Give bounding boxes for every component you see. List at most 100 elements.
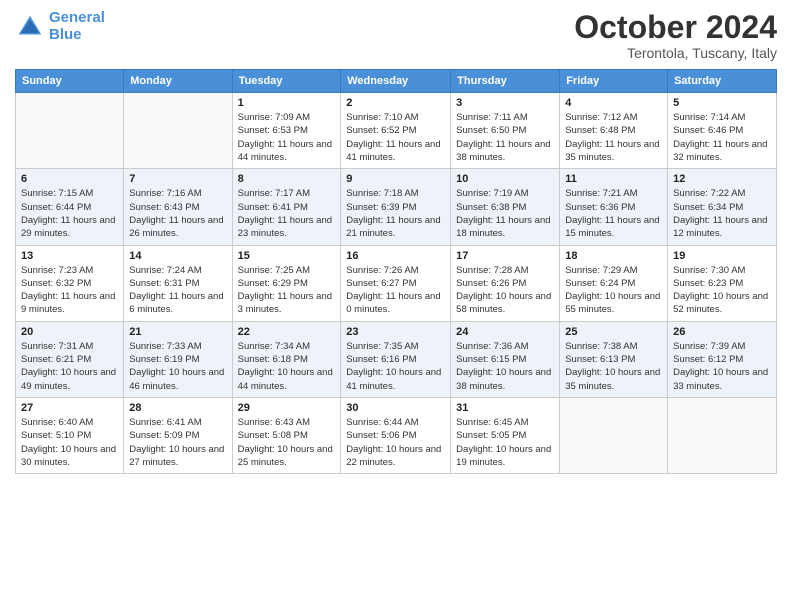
day-info: Sunrise: 7:14 AM Sunset: 6:46 PM Dayligh… — [673, 111, 771, 164]
calendar-cell: 2 Sunrise: 7:10 AM Sunset: 6:52 PM Daylig… — [341, 93, 451, 169]
calendar-week-3: 13 Sunrise: 7:23 AM Sunset: 6:32 PM Dayli… — [16, 245, 777, 321]
calendar-header-wednesday: Wednesday — [341, 70, 451, 93]
day-info: Sunrise: 7:11 AM Sunset: 6:50 PM Dayligh… — [456, 111, 554, 164]
day-info: Sunrise: 7:38 AM Sunset: 6:13 PM Dayligh… — [565, 340, 662, 393]
calendar-cell — [16, 93, 124, 169]
calendar-header-monday: Monday — [124, 70, 232, 93]
calendar-header-thursday: Thursday — [451, 70, 560, 93]
location-subtitle: Terontola, Tuscany, Italy — [574, 45, 777, 61]
logo-blue: Blue — [49, 26, 82, 43]
day-info: Sunrise: 7:25 AM Sunset: 6:29 PM Dayligh… — [238, 264, 336, 317]
day-info: Sunrise: 7:26 AM Sunset: 6:27 PM Dayligh… — [346, 264, 445, 317]
day-info: Sunrise: 7:09 AM Sunset: 6:53 PM Dayligh… — [238, 111, 336, 164]
calendar-cell: 16 Sunrise: 7:26 AM Sunset: 6:27 PM Dayli… — [341, 245, 451, 321]
calendar-cell — [560, 397, 668, 473]
day-info: Sunrise: 7:10 AM Sunset: 6:52 PM Dayligh… — [346, 111, 445, 164]
calendar-cell: 18 Sunrise: 7:29 AM Sunset: 6:24 PM Dayli… — [560, 245, 668, 321]
calendar-cell — [124, 93, 232, 169]
day-number: 14 — [129, 250, 226, 262]
calendar-cell: 14 Sunrise: 7:24 AM Sunset: 6:31 PM Dayli… — [124, 245, 232, 321]
day-info: Sunrise: 6:44 AM Sunset: 5:06 PM Dayligh… — [346, 416, 445, 469]
day-info: Sunrise: 7:15 AM Sunset: 6:44 PM Dayligh… — [21, 187, 118, 240]
logo-general: General — [49, 9, 105, 26]
day-info: Sunrise: 6:45 AM Sunset: 5:05 PM Dayligh… — [456, 416, 554, 469]
day-number: 30 — [346, 402, 445, 414]
day-info: Sunrise: 6:41 AM Sunset: 5:09 PM Dayligh… — [129, 416, 226, 469]
calendar-cell: 1 Sunrise: 7:09 AM Sunset: 6:53 PM Daylig… — [232, 93, 341, 169]
day-info: Sunrise: 7:18 AM Sunset: 6:39 PM Dayligh… — [346, 187, 445, 240]
day-number: 27 — [21, 402, 118, 414]
day-number: 18 — [565, 250, 662, 262]
calendar-cell: 15 Sunrise: 7:25 AM Sunset: 6:29 PM Dayli… — [232, 245, 341, 321]
calendar-header-tuesday: Tuesday — [232, 70, 341, 93]
day-info: Sunrise: 7:22 AM Sunset: 6:34 PM Dayligh… — [673, 187, 771, 240]
calendar-week-4: 20 Sunrise: 7:31 AM Sunset: 6:21 PM Dayli… — [16, 321, 777, 397]
calendar-cell: 4Sunrise: 7:12 AM Sunset: 6:48 PM Daylig… — [560, 93, 668, 169]
day-number: 6 — [21, 173, 118, 185]
month-title: October 2024 — [574, 10, 777, 45]
day-number: 29 — [238, 402, 336, 414]
calendar-cell: 25 Sunrise: 7:38 AM Sunset: 6:13 PM Dayli… — [560, 321, 668, 397]
logo-text: General Blue — [49, 10, 105, 43]
day-number: 21 — [129, 326, 226, 338]
day-info: Sunrise: 6:40 AM Sunset: 5:10 PM Dayligh… — [21, 416, 118, 469]
day-number: 25 — [565, 326, 662, 338]
day-info: Sunrise: 7:23 AM Sunset: 6:32 PM Dayligh… — [21, 264, 118, 317]
calendar-cell: 20 Sunrise: 7:31 AM Sunset: 6:21 PM Dayli… — [16, 321, 124, 397]
day-number: 31 — [456, 402, 554, 414]
day-info: Sunrise: 7:29 AM Sunset: 6:24 PM Dayligh… — [565, 264, 662, 317]
calendar-cell: 17 Sunrise: 7:28 AM Sunset: 6:26 PM Dayli… — [451, 245, 560, 321]
calendar-header-row: SundayMondayTuesdayWednesdayThursdayFrid… — [16, 70, 777, 93]
calendar-cell: 26 Sunrise: 7:39 AM Sunset: 6:12 PM Dayli… — [668, 321, 777, 397]
title-block: October 2024 Terontola, Tuscany, Italy — [574, 10, 777, 61]
calendar-cell — [668, 397, 777, 473]
calendar-week-2: 6 Sunrise: 7:15 AM Sunset: 6:44 PM Daylig… — [16, 169, 777, 245]
calendar-cell: 19Sunrise: 7:30 AM Sunset: 6:23 PM Dayli… — [668, 245, 777, 321]
day-info: Sunrise: 7:17 AM Sunset: 6:41 PM Dayligh… — [238, 187, 336, 240]
calendar-cell: 31 Sunrise: 6:45 AM Sunset: 5:05 PM Dayli… — [451, 397, 560, 473]
day-number: 5 — [673, 97, 771, 109]
page: General Blue October 2024 Terontola, Tus… — [0, 0, 792, 612]
day-info: Sunrise: 7:24 AM Sunset: 6:31 PM Dayligh… — [129, 264, 226, 317]
calendar-cell: 22 Sunrise: 7:34 AM Sunset: 6:18 PM Dayli… — [232, 321, 341, 397]
calendar-cell: 5 Sunrise: 7:14 AM Sunset: 6:46 PM Daylig… — [668, 93, 777, 169]
day-number: 23 — [346, 326, 445, 338]
day-info: Sunrise: 7:28 AM Sunset: 6:26 PM Dayligh… — [456, 264, 554, 317]
day-info: Sunrise: 7:35 AM Sunset: 6:16 PM Dayligh… — [346, 340, 445, 393]
day-info: Sunrise: 7:12 AM Sunset: 6:48 PM Dayligh… — [565, 111, 662, 164]
day-number: 22 — [238, 326, 336, 338]
day-number: 20 — [21, 326, 118, 338]
calendar-cell: 24 Sunrise: 7:36 AM Sunset: 6:15 PM Dayli… — [451, 321, 560, 397]
day-number: 1 — [238, 97, 336, 109]
calendar: SundayMondayTuesdayWednesdayThursdayFrid… — [15, 69, 777, 474]
day-number: 15 — [238, 250, 336, 262]
day-info: Sunrise: 7:34 AM Sunset: 6:18 PM Dayligh… — [238, 340, 336, 393]
day-info: Sunrise: 7:31 AM Sunset: 6:21 PM Dayligh… — [21, 340, 118, 393]
calendar-week-1: 1 Sunrise: 7:09 AM Sunset: 6:53 PM Daylig… — [16, 93, 777, 169]
logo: General Blue — [15, 10, 105, 43]
calendar-cell: 30 Sunrise: 6:44 AM Sunset: 5:06 PM Dayli… — [341, 397, 451, 473]
day-number: 9 — [346, 173, 445, 185]
day-number: 2 — [346, 97, 445, 109]
day-number: 8 — [238, 173, 336, 185]
day-number: 13 — [21, 250, 118, 262]
calendar-header-friday: Friday — [560, 70, 668, 93]
calendar-cell: 28 Sunrise: 6:41 AM Sunset: 5:09 PM Dayli… — [124, 397, 232, 473]
calendar-cell: 11Sunrise: 7:21 AM Sunset: 6:36 PM Dayli… — [560, 169, 668, 245]
day-info: Sunrise: 7:16 AM Sunset: 6:43 PM Dayligh… — [129, 187, 226, 240]
calendar-week-5: 27 Sunrise: 6:40 AM Sunset: 5:10 PM Dayli… — [16, 397, 777, 473]
day-number: 26 — [673, 326, 771, 338]
calendar-cell: 6 Sunrise: 7:15 AM Sunset: 6:44 PM Daylig… — [16, 169, 124, 245]
logo-icon — [15, 12, 45, 42]
day-number: 24 — [456, 326, 554, 338]
day-number: 3 — [456, 97, 554, 109]
day-number: 10 — [456, 173, 554, 185]
calendar-cell: 13 Sunrise: 7:23 AM Sunset: 6:32 PM Dayli… — [16, 245, 124, 321]
day-info: Sunrise: 7:36 AM Sunset: 6:15 PM Dayligh… — [456, 340, 554, 393]
calendar-header-saturday: Saturday — [668, 70, 777, 93]
day-number: 16 — [346, 250, 445, 262]
day-number: 17 — [456, 250, 554, 262]
day-number: 28 — [129, 402, 226, 414]
calendar-cell: 7Sunrise: 7:16 AM Sunset: 6:43 PM Daylig… — [124, 169, 232, 245]
day-info: Sunrise: 7:39 AM Sunset: 6:12 PM Dayligh… — [673, 340, 771, 393]
